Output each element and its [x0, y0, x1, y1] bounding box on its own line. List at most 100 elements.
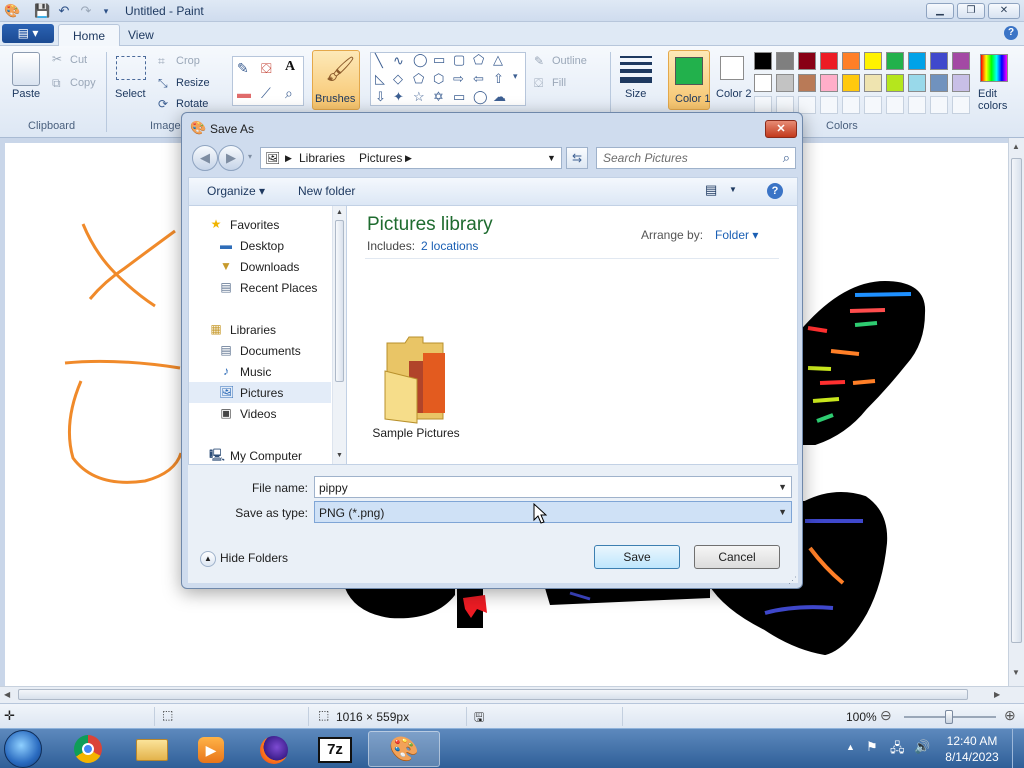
magnifier-icon[interactable]: ⌕: [285, 85, 293, 102]
nav-downloads[interactable]: ▼ Downloads: [189, 256, 331, 277]
resize-button[interactable]: Resize: [176, 77, 210, 89]
horizontal-scrollbar[interactable]: ◀ ▶: [0, 686, 1024, 703]
nav-libraries[interactable]: ▦ Libraries: [189, 319, 331, 340]
palette-custom-slot[interactable]: [952, 96, 970, 114]
dialog-help-icon[interactable]: ?: [767, 183, 783, 199]
rotate-button[interactable]: Rotate: [176, 98, 208, 110]
hide-folders-button[interactable]: ▲ Hide Folders: [200, 551, 288, 567]
nav-music[interactable]: ♪ Music: [189, 361, 331, 382]
palette-custom-slot[interactable]: [930, 96, 948, 114]
start-button[interactable]: [4, 730, 42, 768]
palette-swatch[interactable]: [930, 74, 948, 92]
paint-app-icon[interactable]: 🎨: [4, 3, 20, 19]
text-tool-icon[interactable]: A: [285, 59, 295, 75]
new-folder-button[interactable]: New folder: [298, 184, 355, 198]
redo-icon[interactable]: ↷: [78, 3, 94, 19]
breadcrumb-pictures[interactable]: Pictures: [359, 151, 402, 165]
nav-pictures[interactable]: 🖼 Pictures: [189, 382, 331, 403]
palette-swatch[interactable]: [952, 52, 970, 70]
change-view-icon[interactable]: ▤: [705, 182, 717, 198]
color1-button[interactable]: Color 1: [668, 50, 710, 110]
fill-button[interactable]: Fill: [552, 77, 566, 89]
oval-callout-shape-icon[interactable]: ◯: [473, 89, 488, 105]
palette-swatch[interactable]: [864, 74, 882, 92]
nav-favorites[interactable]: ★ Favorites: [189, 214, 331, 235]
taskbar-7zip[interactable]: 7z: [302, 731, 374, 767]
palette-swatch[interactable]: [930, 52, 948, 70]
shapes-more-icon[interactable]: ▾: [513, 71, 518, 82]
color-picker-icon[interactable]: ⟋: [261, 85, 271, 102]
vertical-scroll-thumb[interactable]: [1011, 158, 1022, 643]
right-arrow-shape-icon[interactable]: ⇨: [453, 71, 464, 87]
organize-button[interactable]: Organize ▾: [207, 184, 265, 198]
forward-button[interactable]: ▶: [218, 145, 244, 171]
minimize-button[interactable]: ▁: [926, 3, 954, 19]
file-name-input[interactable]: pippy ▼: [314, 476, 792, 498]
polygon-shape-icon[interactable]: ⬠: [473, 52, 484, 68]
restore-button[interactable]: ❐: [957, 3, 985, 19]
address-bar[interactable]: 🖼 ▶ Libraries Pictures ▶ ▼: [260, 147, 562, 169]
palette-swatch[interactable]: [886, 74, 904, 92]
clock[interactable]: 12:40 AM 8/14/2023: [940, 733, 1004, 765]
cancel-button[interactable]: Cancel: [694, 545, 780, 569]
scroll-up-icon[interactable]: ▲: [1012, 142, 1020, 151]
zoom-in-icon[interactable]: ⊕: [1004, 707, 1016, 724]
palette-custom-slot[interactable]: [842, 96, 860, 114]
resize-grip-icon[interactable]: ⋰: [788, 575, 797, 586]
nav-documents[interactable]: ▤ Documents: [189, 340, 331, 361]
palette-custom-slot[interactable]: [908, 96, 926, 114]
view-options-icon[interactable]: ▼: [729, 185, 737, 194]
search-input[interactable]: Search Pictures ⌕: [596, 147, 796, 169]
close-window-button[interactable]: ✕: [988, 3, 1020, 19]
scroll-left-icon[interactable]: ◀: [4, 690, 10, 699]
tab-home[interactable]: Home: [58, 24, 121, 46]
library-locations-link[interactable]: 2 locations: [421, 239, 478, 253]
nav-videos[interactable]: ▣ Videos: [189, 403, 331, 424]
palette-swatch[interactable]: [754, 52, 772, 70]
curve-shape-icon[interactable]: ∿: [393, 53, 404, 69]
palette-custom-slot[interactable]: [864, 96, 882, 114]
taskbar-chrome[interactable]: [52, 731, 124, 767]
save-button[interactable]: Save: [594, 545, 680, 569]
taskbar-firefox[interactable]: [238, 731, 310, 767]
hexagon-shape-icon[interactable]: ⬡: [433, 71, 444, 87]
palette-swatch[interactable]: [952, 74, 970, 92]
save-as-type-select[interactable]: PNG (*.png) ▼: [314, 501, 792, 523]
palette-swatch[interactable]: [908, 52, 926, 70]
palette-custom-slot[interactable]: [886, 96, 904, 114]
palette-swatch[interactable]: [820, 74, 838, 92]
zoom-slider-thumb[interactable]: [945, 710, 953, 724]
pentagon-shape-icon[interactable]: ⬠: [413, 71, 424, 87]
rounded-rectangle-shape-icon[interactable]: ▢: [453, 52, 465, 68]
nav-scroll-thumb[interactable]: [335, 220, 344, 382]
palette-swatch[interactable]: [864, 52, 882, 70]
select-button[interactable]: Select: [115, 88, 146, 100]
vertical-scrollbar[interactable]: ▲ ▼: [1008, 138, 1024, 686]
network-icon[interactable]: 🖧: [890, 739, 905, 761]
color2-label[interactable]: Color 2: [716, 88, 751, 100]
eraser-icon[interactable]: ▬: [237, 85, 251, 101]
palette-swatch[interactable]: [820, 52, 838, 70]
horizontal-scroll-thumb[interactable]: [18, 689, 968, 700]
paste-button[interactable]: Paste: [12, 88, 40, 100]
diamond-shape-icon[interactable]: ◇: [393, 71, 403, 87]
palette-swatch[interactable]: [842, 74, 860, 92]
nav-pane-scrollbar[interactable]: ▲ ▼: [332, 206, 346, 464]
cut-button[interactable]: Cut: [70, 54, 87, 66]
undo-icon[interactable]: ↶: [56, 3, 72, 19]
breadcrumb-libraries[interactable]: Libraries: [299, 151, 345, 165]
edit-colors-button[interactable]: Edit colors: [978, 88, 1014, 112]
up-arrow-shape-icon[interactable]: ⇧: [493, 71, 504, 87]
show-desktop-button[interactable]: [1012, 729, 1024, 768]
show-hidden-icons[interactable]: ▲: [846, 742, 855, 752]
right-triangle-shape-icon[interactable]: ◺: [375, 71, 385, 87]
save-as-type-dropdown-icon[interactable]: ▼: [778, 507, 787, 517]
crop-button[interactable]: Crop: [176, 55, 200, 67]
brushes-button[interactable]: 🖌 Brushes: [312, 50, 360, 110]
left-arrow-shape-icon[interactable]: ⇦: [473, 71, 484, 87]
copy-button[interactable]: Copy: [70, 77, 96, 89]
nav-scroll-down-icon[interactable]: ▼: [336, 452, 343, 459]
four-point-star-shape-icon[interactable]: ✦: [393, 89, 404, 105]
select-icon[interactable]: [116, 56, 146, 80]
back-button[interactable]: ◀: [192, 145, 218, 171]
